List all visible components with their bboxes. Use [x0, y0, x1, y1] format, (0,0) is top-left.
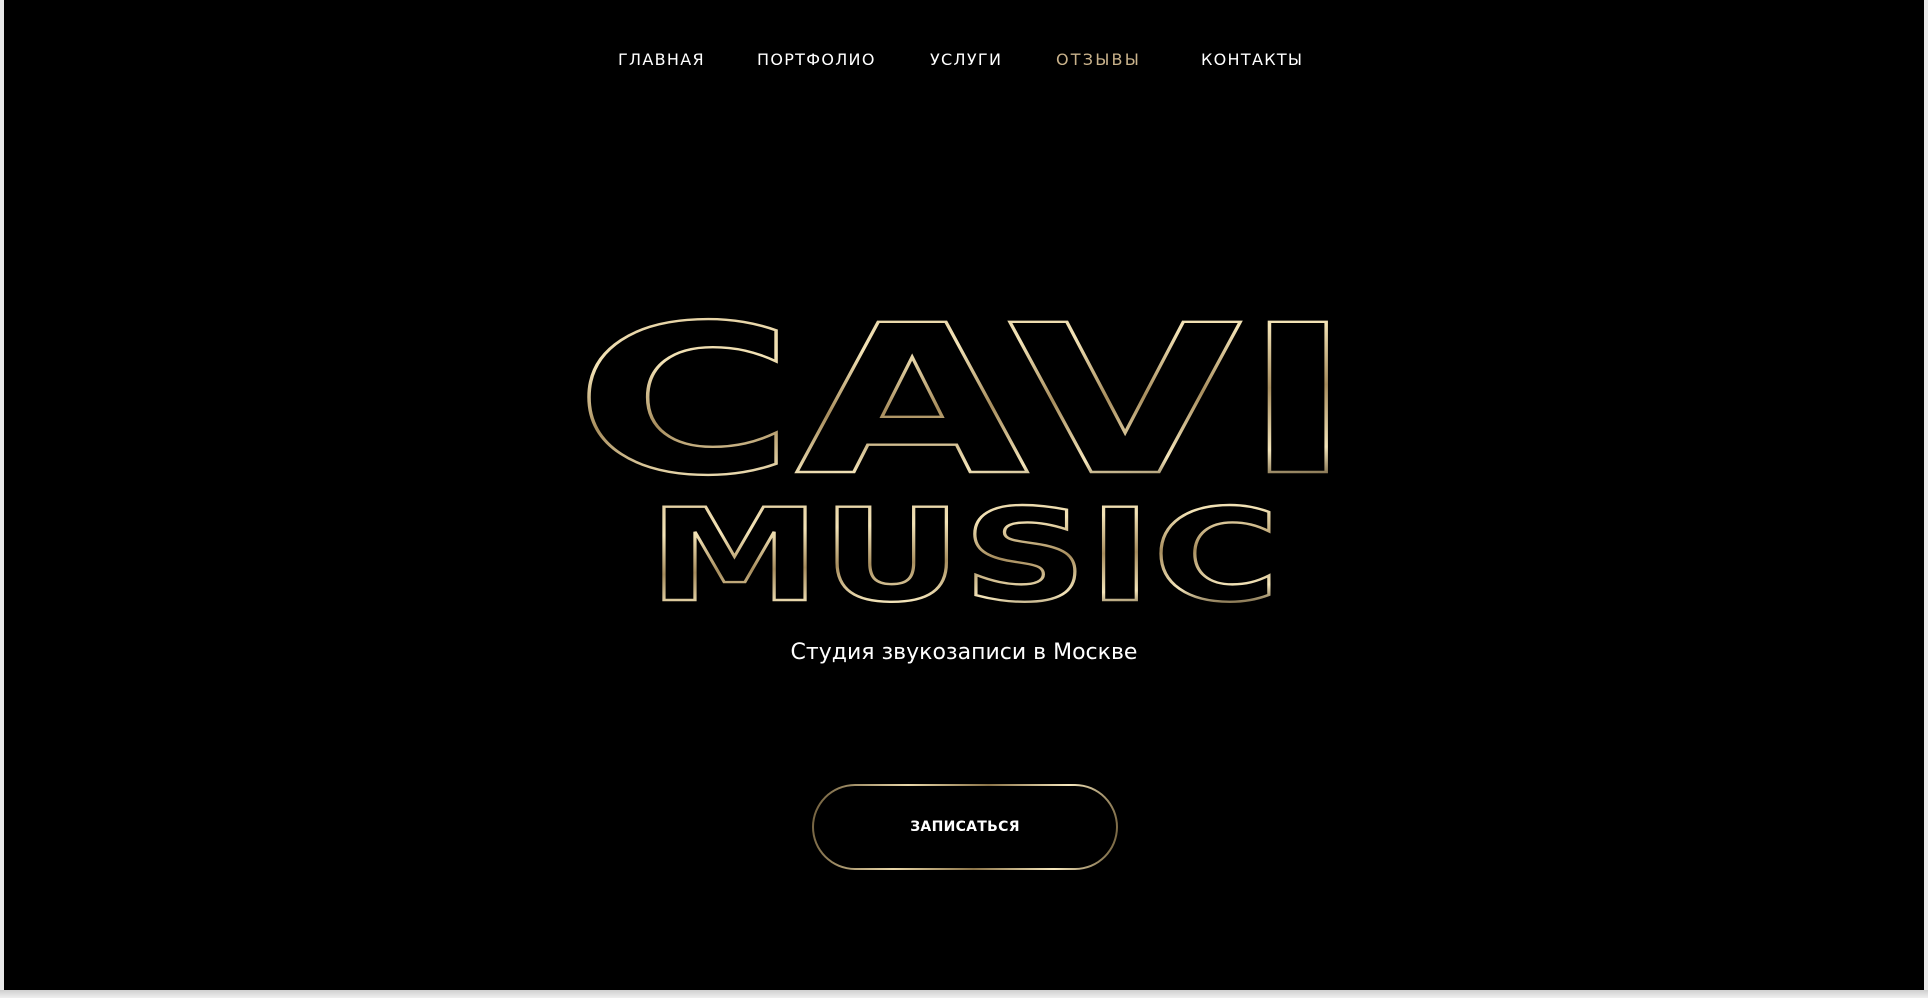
hero-subtitle: Студия звукозаписи в Москве	[790, 640, 1138, 665]
browser-frame-right	[1924, 0, 1928, 998]
signup-button[interactable]: ЗАПИСАТЬСЯ	[812, 784, 1118, 870]
logo-line-music: MUSIC	[648, 482, 1280, 631]
signup-button-label: ЗАПИСАТЬСЯ	[814, 786, 1116, 868]
hero-page: ГЛАВНАЯ ПОРТФОЛИО УСЛУГИ ОТЗЫВЫ КОНТАКТЫ…	[4, 0, 1924, 990]
page-bottom-edge	[0, 990, 1928, 998]
